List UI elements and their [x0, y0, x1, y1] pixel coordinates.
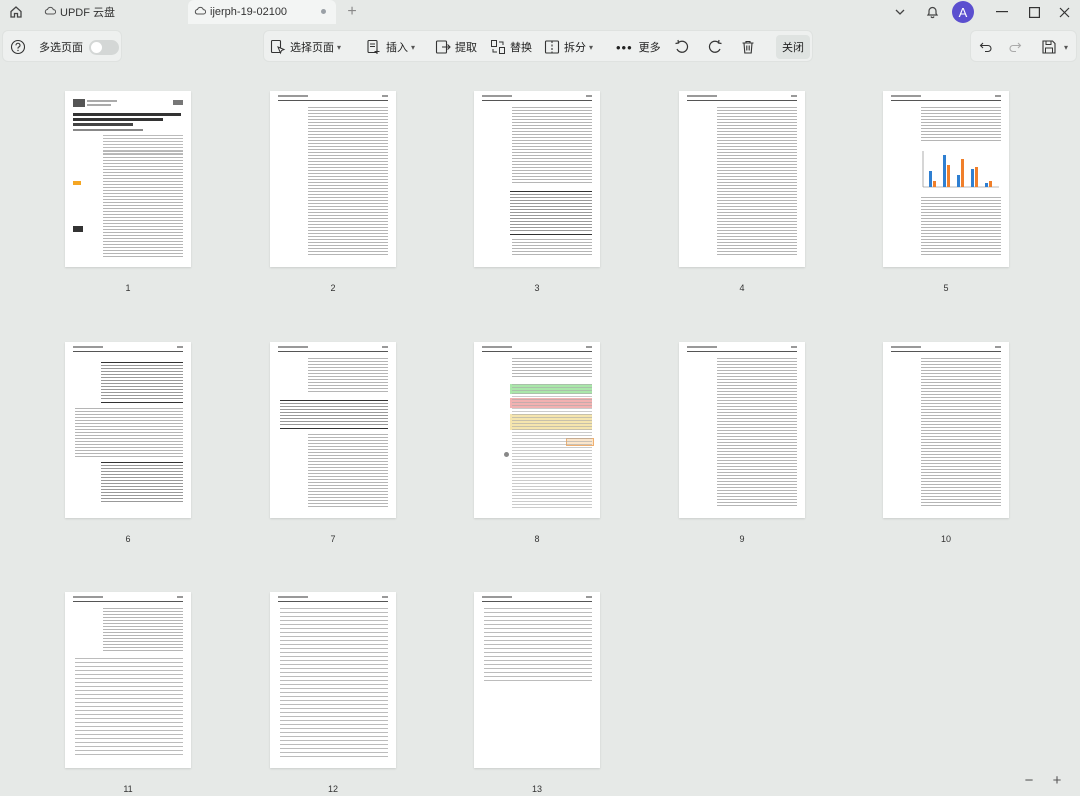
page-number: 4	[739, 283, 745, 293]
new-tab-plus-icon[interactable]: +	[344, 2, 360, 22]
page-figure-chart	[922, 151, 999, 188]
zoom-in-button[interactable]: +	[1048, 772, 1066, 790]
page-thumbnail[interactable]	[270, 91, 396, 267]
select-pages-icon	[270, 39, 286, 55]
page-tools-group: 选择页面 ▾ 插入 ▾ 提取 替换 拆分 ▾ ••• 更多 关闭	[263, 30, 813, 62]
replace-label: 替换	[510, 42, 532, 54]
tab-document[interactable]: ijerph-19-02100	[188, 0, 336, 24]
page-number: 10	[940, 534, 951, 544]
page-number: 3	[534, 283, 540, 293]
comment-icon	[504, 452, 509, 457]
select-pages-label: 选择页面	[290, 42, 334, 54]
split-label: 拆分	[564, 42, 586, 54]
page-thumbnail[interactable]	[474, 91, 600, 267]
avatar[interactable]: A	[952, 1, 974, 23]
extract-icon	[435, 40, 451, 54]
bell-icon[interactable]	[922, 0, 942, 24]
more-dots-icon: •••	[616, 39, 633, 55]
title-bar: UPDF 云盘 ijerph-19-02100 + A	[0, 0, 1080, 24]
rotate-right-icon[interactable]	[707, 31, 727, 63]
page-number: 1	[125, 283, 131, 293]
page-thumbnail[interactable]	[883, 91, 1009, 267]
insert-button[interactable]: 插入 ▾	[366, 31, 415, 63]
extract-label: 提取	[455, 42, 477, 54]
page-thumbnail[interactable]	[65, 592, 191, 768]
close-icon[interactable]	[1052, 0, 1076, 24]
maximize-icon[interactable]	[1022, 0, 1046, 24]
select-pages-button[interactable]: 选择页面 ▾	[270, 31, 341, 63]
page-thumbnail[interactable]	[65, 342, 191, 518]
page-thumbnail[interactable]	[65, 91, 191, 267]
journal-logo-icon	[73, 99, 85, 107]
close-button[interactable]: 关闭	[776, 35, 810, 59]
page-number: 11	[123, 784, 133, 794]
page-number: 6	[125, 534, 131, 544]
zoom-out-button[interactable]: −	[1020, 772, 1038, 790]
extract-button[interactable]: 提取	[435, 31, 477, 63]
multi-select-toggle[interactable]	[89, 40, 119, 55]
redo-icon[interactable]	[1008, 31, 1026, 63]
undo-icon[interactable]	[979, 31, 997, 63]
tab-label: ijerph-19-02100	[210, 6, 288, 18]
insert-icon	[367, 39, 380, 54]
page-thumbnail[interactable]	[474, 342, 600, 518]
insert-label: 插入	[386, 42, 408, 54]
page-number: 2	[330, 283, 336, 293]
replace-button[interactable]: 替换	[490, 31, 532, 63]
tab-updf-cloud[interactable]: UPDF 云盘	[40, 0, 185, 24]
split-button[interactable]: 拆分 ▾	[544, 31, 593, 63]
home-icon[interactable]	[6, 2, 26, 22]
page-thumbnail[interactable]	[474, 592, 600, 768]
split-icon	[544, 40, 560, 54]
more-label: 更多	[638, 42, 661, 54]
chevron-down-icon[interactable]	[890, 0, 910, 24]
replace-icon	[491, 40, 505, 54]
page-number: 5	[943, 283, 949, 293]
page-number: 9	[739, 534, 745, 544]
tab-label: UPDF 云盘	[60, 7, 115, 19]
page-thumbnail[interactable]	[883, 342, 1009, 518]
page-thumbnail[interactable]	[679, 342, 805, 518]
rotate-left-icon[interactable]	[674, 31, 694, 63]
cloud-icon	[44, 6, 57, 18]
multi-select-label: 多选页面	[39, 42, 83, 54]
toolbar: 多选页面 选择页面 ▾ 插入 ▾ 提取 替换 拆分 ▾ ••• 更多 关闭 ▾	[0, 30, 1080, 64]
page-number: 12	[327, 784, 338, 794]
history-group: ▾	[970, 30, 1077, 62]
page-number: 7	[330, 534, 336, 544]
page-thumbnail[interactable]	[270, 342, 396, 518]
page-number: 8	[534, 534, 540, 544]
more-button[interactable]: ••• 更多	[616, 31, 661, 63]
page-thumbnail[interactable]	[270, 592, 396, 768]
save-icon[interactable]: ▾	[1041, 31, 1068, 63]
help-icon[interactable]	[10, 31, 30, 63]
cloud-icon	[194, 6, 207, 18]
minimize-icon[interactable]	[990, 0, 1014, 24]
multi-select-group: 多选页面	[2, 30, 122, 62]
unsaved-dot-icon[interactable]	[321, 9, 326, 14]
page-number: 13	[531, 784, 542, 794]
delete-icon[interactable]	[740, 31, 760, 63]
page-thumbnail[interactable]	[679, 91, 805, 267]
